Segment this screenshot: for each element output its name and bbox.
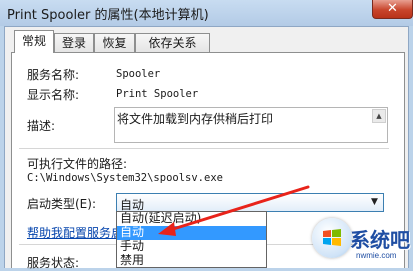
service-name-value: Spooler <box>116 68 161 80</box>
description-box: 将文件加载到内存供稍后打印 ▲ <box>114 107 388 143</box>
startup-type-select[interactable]: 自动 ▼ <box>116 193 384 212</box>
display-name-value: Print Spooler <box>116 88 199 100</box>
description-label: 描述: <box>27 119 56 133</box>
display-name-label: 显示名称: <box>27 88 80 102</box>
watermark-text: 系统吧 <box>350 228 410 252</box>
window-title: Print Spooler 的属性(本地计算机) <box>7 8 209 23</box>
option-auto[interactable]: 自动 <box>117 226 266 240</box>
service-name-label: 服务名称: <box>27 68 80 82</box>
watermark-logo: 系统吧 nwmie.com <box>312 218 413 268</box>
tab-dependencies[interactable]: 依存关系 <box>135 33 210 52</box>
exe-path-label: 可执行文件的路径: <box>27 157 128 171</box>
option-auto-delayed[interactable]: 自动(延迟启动) <box>117 212 266 226</box>
windows-logo-icon <box>312 218 352 258</box>
tab-recovery[interactable]: 恢复 <box>94 33 135 52</box>
scroll-up-icon[interactable]: ▲ <box>372 109 386 123</box>
tab-general[interactable]: 常规 <box>14 30 54 53</box>
description-text: 将文件加载到内存供稍后打印 <box>117 112 274 126</box>
service-status-label: 服务状态: <box>27 256 80 270</box>
startup-type-label: 启动类型(E): <box>27 197 96 211</box>
exe-path-value: C:\Windows\System32\spoolsv.exe <box>27 172 223 184</box>
option-manual[interactable]: 手动 <box>117 240 266 254</box>
separator <box>19 148 389 149</box>
close-button[interactable]: ✕ <box>372 0 413 19</box>
watermark-subtext: nwmie.com <box>356 251 397 260</box>
option-disabled[interactable]: 禁用 <box>117 254 266 268</box>
tab-logon[interactable]: 登录 <box>54 33 94 52</box>
startup-type-dropdown: 自动(延迟启动) 自动 手动 禁用 <box>116 211 267 268</box>
title-bar: Print Spooler 的属性(本地计算机) ✕ <box>0 0 413 26</box>
chevron-down-icon[interactable]: ▼ <box>366 194 383 211</box>
